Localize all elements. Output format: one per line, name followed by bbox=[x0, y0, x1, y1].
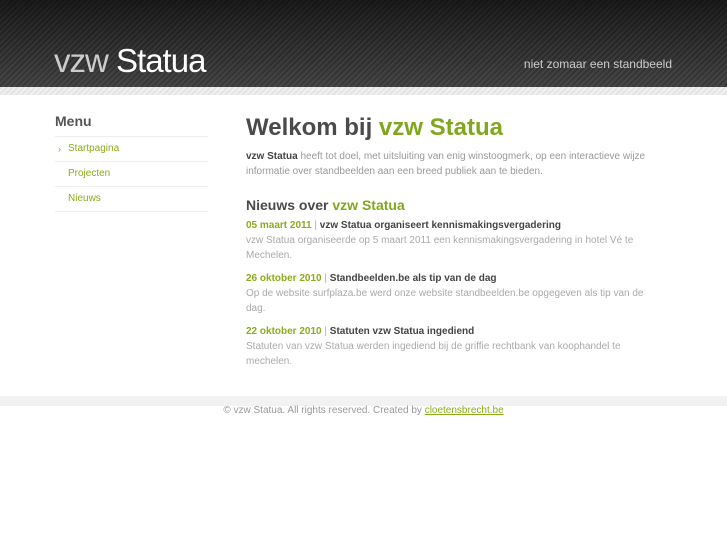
title-prefix: Welkom bij bbox=[246, 114, 373, 141]
tagline: niet zomaar een standbeeld bbox=[523, 57, 672, 71]
main-content: Welkom bij vzw Statua vzw Statua heeft t… bbox=[246, 114, 646, 377]
logo-light: vzw bbox=[54, 42, 109, 79]
news-date: 26 oktober 2010 bbox=[246, 273, 322, 284]
intro-bold: vzw Statua bbox=[246, 151, 298, 162]
news-item: 05 maart 2011 | vzw Statua organiseert k… bbox=[246, 220, 634, 261]
news-heading-prefix: Nieuws over bbox=[246, 197, 329, 213]
header-stripe bbox=[0, 87, 727, 95]
footer-credit-link[interactable]: cloetensbrecht.be bbox=[425, 405, 504, 416]
news-heading-accent: vzw Statua bbox=[332, 197, 405, 213]
site-logo[interactable]: vzw Statua bbox=[54, 42, 206, 80]
menu-item-projecten[interactable]: Projecten bbox=[55, 161, 208, 186]
menu-item-startpagina[interactable]: › Startpagina bbox=[55, 136, 208, 161]
news-item: 26 oktober 2010 | Standbeelden.be als ti… bbox=[246, 273, 644, 314]
news-text: Statuten van vzw Statua werden ingediend… bbox=[246, 341, 621, 367]
page-title: Welkom bij vzw Statua bbox=[246, 114, 646, 142]
news-heading: Nieuws over vzw Statua bbox=[246, 197, 646, 213]
news-text: vzw Statua organiseerde op 5 maart 2011 … bbox=[246, 235, 634, 261]
menu-title: Menu bbox=[55, 113, 92, 129]
menu-item-nieuws[interactable]: Nieuws bbox=[55, 186, 208, 212]
news-date: 05 maart 2011 bbox=[246, 220, 312, 231]
logo-bold: Statua bbox=[116, 42, 206, 79]
intro-text: vzw Statua heeft tot doel, met uitsluiti… bbox=[246, 149, 646, 179]
news-title[interactable]: vzw Statua organiseert kennismakingsverg… bbox=[320, 220, 561, 231]
news-text: Op de website surfplaza.be werd onze web… bbox=[246, 288, 644, 314]
menu-item-label: Projecten bbox=[68, 168, 111, 179]
menu-item-label: Startpagina bbox=[68, 143, 120, 154]
intro-body: heeft tot doel, met uitsluiting van enig… bbox=[246, 151, 646, 177]
menu-item-label: Nieuws bbox=[68, 193, 101, 204]
news-item: 22 oktober 2010 | Statuten vzw Statua in… bbox=[246, 326, 621, 367]
footer: © vzw Statua. All rights reserved. Creat… bbox=[0, 405, 727, 416]
news-title[interactable]: Standbeelden.be als tip van de dag bbox=[330, 273, 497, 284]
sidebar-menu: Menu › Startpagina Projecten Nieuws bbox=[55, 113, 208, 212]
title-accent: vzw Statua bbox=[378, 114, 503, 141]
chevron-right-icon: › bbox=[58, 144, 61, 154]
news-date: 22 oktober 2010 bbox=[246, 326, 322, 337]
news-title[interactable]: Statuten vzw Statua ingediend bbox=[330, 326, 474, 337]
footer-copyright: © vzw Statua. All rights reserved. Creat… bbox=[223, 405, 425, 416]
